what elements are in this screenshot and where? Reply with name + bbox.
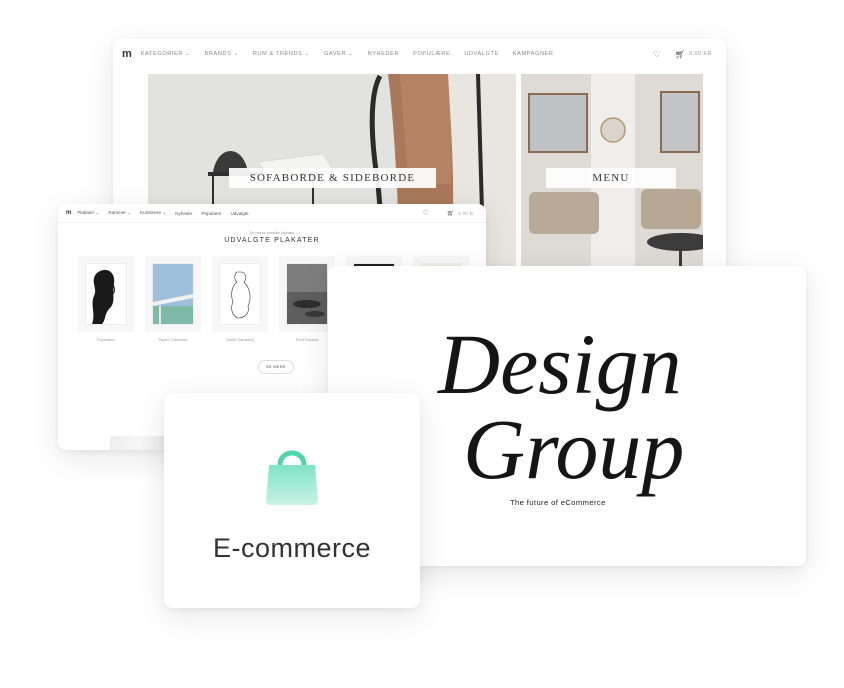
nav-item-nyheder[interactable]: Nyheder: [175, 211, 192, 216]
poster-portrait-art: [92, 269, 115, 324]
store-logo[interactable]: m: [122, 48, 132, 60]
cart-total[interactable]: 0.00 KR: [689, 51, 712, 57]
poster-image: [152, 263, 194, 325]
poster-image: [85, 263, 127, 325]
posters-nav: m Plakater ⌄ Rammer ⌄ Kunstnere ⌄ Nyhede…: [58, 204, 486, 223]
ecommerce-card[interactable]: E-commerce: [164, 393, 420, 608]
nav-item-brands[interactable]: BRANDS ⌄: [204, 51, 238, 57]
cart-icon[interactable]: 🛒︎: [447, 210, 455, 217]
see-more-button[interactable]: SE MERE: [258, 360, 294, 374]
poster-image: [286, 263, 328, 325]
shopping-bag-icon: [266, 450, 318, 505]
cart-icon[interactable]: 🛒︎: [675, 50, 685, 59]
poster-image: [219, 263, 261, 325]
nav-item-plakater[interactable]: Plakater ⌄: [77, 210, 99, 216]
poster-seascape-art: [287, 264, 327, 324]
nav-item-kampagner[interactable]: KAMPAGNER: [513, 51, 554, 57]
nav-item-rum-trends[interactable]: RUM & TRENDS ⌄: [253, 51, 310, 57]
brand-title-line1: Design: [438, 316, 682, 412]
poster-name[interactable]: Nellie Hamberg: [212, 337, 268, 342]
posters-logo[interactable]: m: [66, 210, 71, 216]
cart-total[interactable]: 0.00 kr: [458, 211, 474, 216]
poster-name[interactable]: Print Factory: [279, 337, 335, 342]
section-title: UDVALGTE PLAKATER: [224, 237, 320, 244]
nav-item-nyheder[interactable]: NYHEDER: [368, 51, 400, 57]
poster-name[interactable]: Paradisco: [78, 337, 134, 342]
hero-image-menu[interactable]: MENU: [521, 74, 703, 279]
wishlist-heart-icon[interactable]: ♡: [653, 49, 661, 60]
poster-card[interactable]: [78, 256, 134, 332]
poster-name[interactable]: Paper Collective: [145, 337, 201, 342]
poster-card[interactable]: [212, 256, 268, 332]
marble-image-strip: [110, 436, 170, 450]
hero-label-sofaborde[interactable]: SOFABORDE & SIDEBORDE: [229, 168, 436, 188]
ecommerce-label: E-commerce: [212, 533, 372, 563]
nav-item-gaver[interactable]: GAVER ⌄: [324, 51, 354, 57]
brand-tagline: The future of eCommerce: [510, 498, 606, 507]
nav-item-kunstnere[interactable]: Kunstnere ⌄: [140, 210, 166, 216]
poster-card[interactable]: [145, 256, 201, 332]
nav-item-kategorier[interactable]: KATEGORIER ⌄: [141, 51, 191, 57]
poster-architecture-art: [153, 264, 193, 324]
poster-lineart: [231, 271, 251, 319]
nav-item-populaere[interactable]: Populære: [202, 211, 222, 216]
nav-item-udvalgte[interactable]: UDVALGTE: [464, 51, 499, 57]
nav-item-populaere[interactable]: POPULÆRE: [413, 51, 450, 57]
store-nav: m KATEGORIER ⌄ BRANDS ⌄ RUM & TRENDS ⌄ G…: [113, 39, 726, 69]
poster-card[interactable]: [279, 256, 335, 332]
nav-item-udvalgte[interactable]: Udvalgte: [230, 211, 248, 216]
nav-item-rammer[interactable]: Rammer ⌄: [108, 210, 131, 216]
hero-label-menu[interactable]: MENU: [546, 168, 676, 188]
brand-title-line2: Group: [463, 401, 685, 497]
section-subtitle: En række smukke plakater: [249, 231, 295, 235]
wishlist-heart-icon[interactable]: ♡: [422, 209, 428, 217]
